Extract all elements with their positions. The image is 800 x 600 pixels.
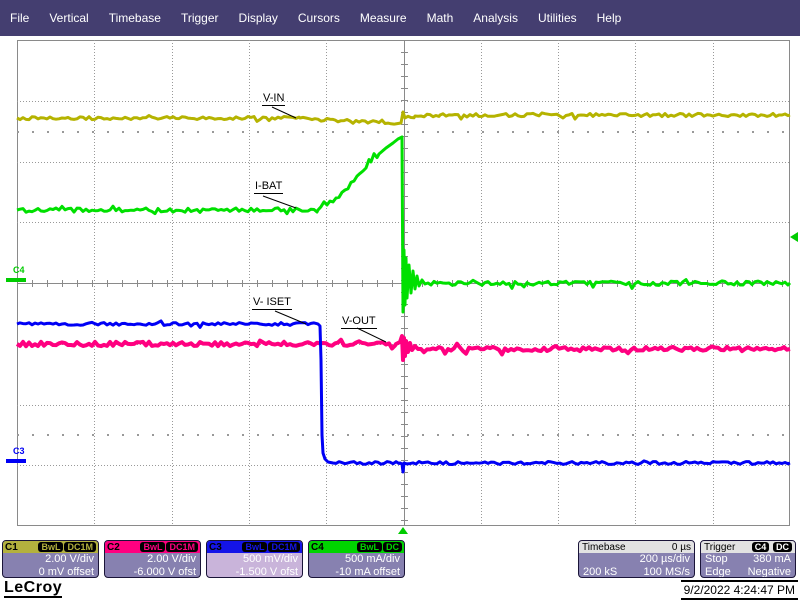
trigger-slope: Negative bbox=[748, 566, 791, 578]
channel-offset: 0 mV offset bbox=[3, 566, 98, 578]
channel-box-c1-header: C1 BwL DC1M bbox=[3, 541, 98, 553]
channel-offset: -10 mA offset bbox=[309, 566, 404, 578]
channel-scale: 500 mA/div bbox=[309, 553, 404, 566]
c4-ground-marker-bar bbox=[6, 278, 26, 282]
trigger-source-badge: C4 bbox=[752, 542, 770, 552]
menu-item-utilities[interactable]: Utilities bbox=[530, 8, 585, 28]
trigger-time-marker-icon[interactable] bbox=[398, 527, 408, 534]
menu-item-display[interactable]: Display bbox=[231, 8, 286, 28]
minor-dot-row bbox=[17, 131, 790, 133]
trigger-type: Edge bbox=[705, 566, 731, 578]
menu-item-trigger[interactable]: Trigger bbox=[173, 8, 227, 28]
bwl-badge: BwL bbox=[357, 542, 382, 552]
c4-ground-marker[interactable]: C4 bbox=[13, 266, 26, 282]
datetime-display: 9/2/2022 4:24:47 PM bbox=[681, 580, 798, 600]
menu-item-vertical[interactable]: Vertical bbox=[41, 8, 96, 28]
center-horizontal-ticks bbox=[17, 280, 790, 287]
channel-box-c1[interactable]: C1 BwL DC1M 2.00 V/div 0 mV offset bbox=[2, 540, 99, 578]
trace-label-ibat: I-BAT bbox=[254, 180, 283, 194]
channel-box-c4[interactable]: C4 BwL DC 500 mA/div -10 mA offset bbox=[308, 540, 405, 578]
timebase-sample-rate: 100 MS/s bbox=[644, 566, 690, 578]
channel-box-c2[interactable]: C2 BwL DC1M 2.00 V/div -6.000 V ofst bbox=[104, 540, 201, 578]
bwl-badge: BwL bbox=[242, 542, 267, 552]
menu-item-help[interactable]: Help bbox=[589, 8, 630, 28]
minor-dot-row bbox=[17, 434, 790, 436]
menu-item-timebase[interactable]: Timebase bbox=[101, 8, 169, 28]
bwl-badge: BwL bbox=[38, 542, 63, 552]
lecroy-logo: LeCroy bbox=[4, 579, 62, 598]
channel-box-c4-header: C4 BwL DC bbox=[309, 541, 404, 553]
channel-id: C2 bbox=[107, 542, 120, 553]
trace-label-viset: V- ISET bbox=[252, 296, 292, 310]
timebase-box-header: Timebase 0 µs bbox=[579, 541, 694, 553]
channel-id: C1 bbox=[5, 542, 18, 553]
menu-item-math[interactable]: Math bbox=[419, 8, 462, 28]
menu-item-analysis[interactable]: Analysis bbox=[465, 8, 526, 28]
trigger-coupling-badge: DC bbox=[773, 542, 792, 552]
timebase-box[interactable]: Timebase 0 µs 200 µs/div 200 kS 100 MS/s bbox=[578, 540, 695, 578]
oscilloscope-screen: { "colors": { "menu_bg": "#443e70", "box… bbox=[0, 0, 800, 600]
channel-scale: 500 mV/div bbox=[207, 553, 302, 566]
channel-id: C4 bbox=[311, 542, 324, 553]
coupling-badge: DC1M bbox=[64, 542, 96, 552]
trigger-title: Trigger bbox=[704, 542, 735, 553]
trigger-level-marker-icon[interactable] bbox=[790, 232, 798, 242]
menu-item-file[interactable]: File bbox=[2, 8, 37, 28]
trigger-box-header: Trigger C4 DC bbox=[701, 541, 795, 553]
channel-id: C3 bbox=[209, 542, 222, 553]
coupling-badge: DC1M bbox=[268, 542, 300, 552]
c3-ground-marker-label: C3 bbox=[13, 446, 25, 456]
trigger-level: 380 mA bbox=[753, 553, 791, 566]
channel-offset: -6.000 V ofst bbox=[105, 566, 200, 578]
timebase-delay: 0 µs bbox=[672, 542, 691, 553]
timebase-title: Timebase bbox=[582, 542, 626, 553]
c3-ground-marker[interactable]: C3 bbox=[13, 447, 26, 463]
menu-bar: File Vertical Timebase Trigger Display C… bbox=[0, 0, 800, 36]
channel-box-c2-header: C2 BwL DC1M bbox=[105, 541, 200, 553]
timebase-scale: 200 µs/div bbox=[579, 553, 694, 566]
coupling-badge: DC bbox=[383, 542, 402, 552]
timebase-record-length: 200 kS bbox=[583, 566, 617, 578]
channel-scale: 2.00 V/div bbox=[105, 553, 200, 566]
trigger-mode: Stop bbox=[705, 553, 728, 566]
coupling-badge: DC1M bbox=[166, 542, 198, 552]
trace-label-vin: V-IN bbox=[262, 92, 285, 106]
channel-box-c3-header: C3 BwL DC1M bbox=[207, 541, 302, 553]
c4-ground-marker-label: C4 bbox=[13, 265, 25, 275]
c3-ground-marker-bar bbox=[6, 459, 26, 463]
trigger-box[interactable]: Trigger C4 DC Stop 380 mA Edge Negative bbox=[700, 540, 796, 578]
menu-item-measure[interactable]: Measure bbox=[352, 8, 415, 28]
channel-offset: -1.500 V ofst bbox=[207, 566, 302, 578]
trace-label-vout: V-OUT bbox=[341, 315, 377, 329]
bwl-badge: BwL bbox=[140, 542, 165, 552]
menu-item-cursors[interactable]: Cursors bbox=[290, 8, 348, 28]
channel-box-c3[interactable]: C3 BwL DC1M 500 mV/div -1.500 V ofst bbox=[206, 540, 303, 578]
channel-scale: 2.00 V/div bbox=[3, 553, 98, 566]
